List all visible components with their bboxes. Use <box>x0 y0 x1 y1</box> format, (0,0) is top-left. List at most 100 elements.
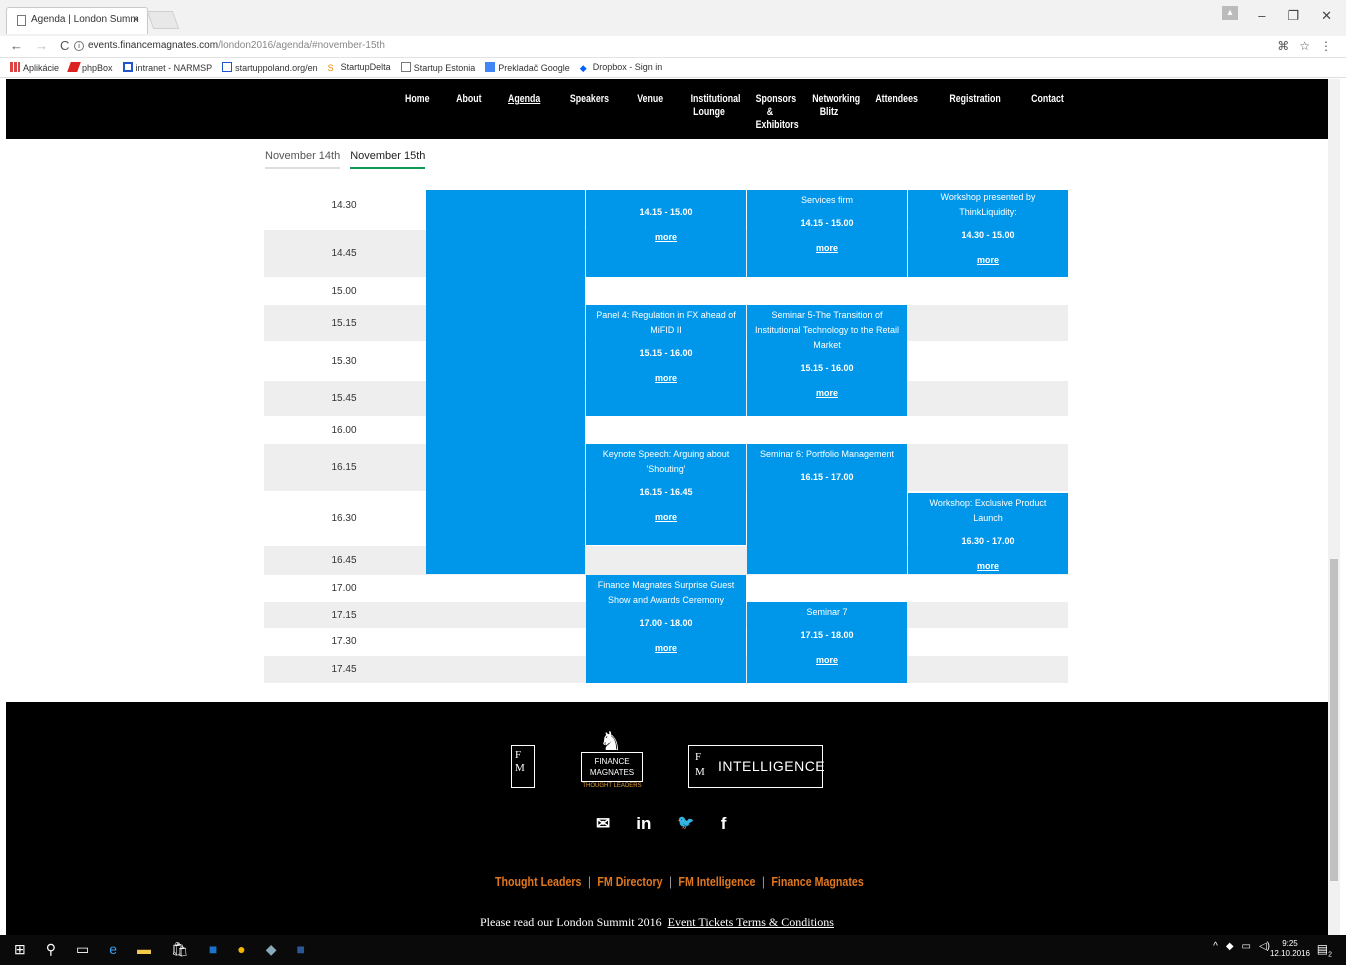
tab-november-15[interactable]: November 15th <box>350 150 426 169</box>
event-more-link[interactable]: more <box>592 510 740 525</box>
menu-venue[interactable]: Venue <box>629 93 671 132</box>
facebook-icon[interactable]: f <box>721 814 727 834</box>
fm-intelligence-logo[interactable]: F M INTELLIGENCE <box>688 745 825 788</box>
event-block[interactable]: Workshop: Exclusive Product Launch 16.30… <box>908 493 1068 574</box>
event-block[interactable]: Finance Magnates Surprise Guest Show and… <box>586 575 746 683</box>
store-icon[interactable]: 🛍 <box>171 941 189 958</box>
info-icon[interactable]: i <box>74 41 84 51</box>
bookmark-phpbox[interactable]: phpBox <box>67 62 113 73</box>
event-block[interactable]: Workshop presented by ThinkLiquidity: 14… <box>908 190 1068 277</box>
envelope-icon[interactable]: ✉ <box>596 814 610 834</box>
tab-november-14[interactable]: November 14th <box>265 150 341 169</box>
apps-grid-icon <box>10 62 20 72</box>
event-more-link[interactable]: more <box>753 653 901 668</box>
event-block[interactable]: Seminar 5-The Transition of Institutiona… <box>747 305 907 416</box>
twitter-icon[interactable]: 🐦 <box>677 814 694 834</box>
outlook-icon[interactable]: ■ <box>209 941 217 958</box>
menu-home[interactable]: Home <box>397 93 437 132</box>
time-label: 17.15 <box>331 610 357 621</box>
forward-button[interactable]: → <box>35 38 48 53</box>
bookmark-dropbox[interactable]: ◆ Dropbox - Sign in <box>580 62 663 73</box>
menu-contact[interactable]: Contact <box>1023 93 1072 132</box>
event-title: Panel 4: Regulation in FX ahead of MiFID… <box>596 310 736 335</box>
bookmark-startuppoland[interactable]: startuppoland.org/en <box>222 62 318 73</box>
event-more-link[interactable]: more <box>592 641 740 656</box>
event-block-col1[interactable] <box>426 190 585 574</box>
notification-icon[interactable]: ▤2 <box>1317 942 1332 958</box>
fm-logo[interactable]: F M <box>511 745 535 788</box>
menu-agenda[interactable]: Agenda <box>500 93 548 132</box>
event-block[interactable]: Services firm 14.15 - 15.00 more <box>747 190 907 277</box>
profile-icon[interactable]: ▴ <box>1222 6 1238 20</box>
menu-networking-blitz[interactable]: Networking Blitz <box>804 93 860 132</box>
thought-leaders-logo[interactable]: ♞ FINANCE MAGNATES THOUGHT LEADERS <box>581 726 643 792</box>
translate-icon[interactable]: ⌘ <box>1277 39 1289 53</box>
footer-link-finance-magnates[interactable]: Finance Magnates <box>771 874 863 889</box>
event-hours: 16.30 - 17.00 <box>961 536 1015 546</box>
dropbox-tray-icon[interactable]: ◆ <box>1226 941 1234 952</box>
close-tab-icon[interactable]: × <box>133 8 139 32</box>
back-button[interactable]: ← <box>10 38 23 53</box>
edge-icon[interactable]: e <box>109 941 117 958</box>
bookmark-star-icon[interactable]: ☆ <box>1299 39 1310 53</box>
bookmark-apps[interactable]: Aplikácie <box>10 62 59 73</box>
volume-icon[interactable]: ◁) <box>1259 941 1270 952</box>
network-icon[interactable]: ▭ <box>1242 941 1251 952</box>
event-block[interactable]: Seminar 7 17.15 - 18.00 more <box>747 602 907 683</box>
event-hours: 17.15 - 18.00 <box>800 630 854 640</box>
event-block[interactable]: Seminar 6: Portfolio Management 16.15 - … <box>747 444 907 574</box>
menu-speakers[interactable]: Speakers <box>562 93 617 132</box>
clock-date: 12.10.2016 <box>1269 949 1310 958</box>
terms-link[interactable]: Event Tickets Terms & Conditions <box>668 915 834 929</box>
footer-link-fm-intelligence[interactable]: FM Intelligence <box>678 874 755 889</box>
task-view-icon[interactable]: ▭ <box>76 941 89 958</box>
menu-attendees[interactable]: Attendees <box>867 93 926 132</box>
menu-institutional-lounge[interactable]: Institutional Lounge <box>683 93 741 132</box>
file-explorer-icon[interactable]: ▬ <box>137 941 151 958</box>
word-icon[interactable]: ■ <box>297 941 305 958</box>
event-more-link[interactable]: more <box>592 371 740 386</box>
windows-start-icon[interactable]: ⊞ <box>14 941 26 958</box>
event-block[interactable]: 14.15 - 15.00 more <box>586 190 746 277</box>
menu-sponsors-exhibitors[interactable]: Sponsors & Exhibitors <box>748 93 799 132</box>
time-row: 15.00 <box>264 277 1068 305</box>
bookmark-startup-estonia[interactable]: Startup Estonia <box>400 62 475 73</box>
browser-tab[interactable]: Agenda | London Summ × <box>6 7 148 34</box>
bookmarks-bar: Aplikácie phpBox intranet - NARMSP start… <box>0 58 1346 78</box>
event-more-link[interactable]: more <box>753 386 901 401</box>
fm-intelligence-logo-fm: F M <box>695 751 705 778</box>
page-scrollbar[interactable] <box>1328 79 1340 935</box>
menu-about[interactable]: About <box>448 93 489 132</box>
menu-registration[interactable]: Registration <box>942 93 1009 132</box>
search-icon[interactable]: ⚲ <box>46 941 56 958</box>
bookmark-startupdelta[interactable]: S StartupDelta <box>328 62 391 73</box>
event-more-link[interactable]: more <box>914 559 1062 574</box>
chrome-icon[interactable]: ● <box>237 941 245 958</box>
scrollbar-thumb[interactable] <box>1330 559 1338 881</box>
linkedin-icon[interactable]: in <box>636 814 651 834</box>
footer-link-thought-leaders[interactable]: Thought Leaders <box>495 874 581 889</box>
browser-tab-bar: Agenda | London Summ × ▴ – ❐ ✕ <box>0 0 1346 36</box>
url-field[interactable]: i events.financemagnates.com/london2016/a… <box>74 40 385 51</box>
footer-link-fm-directory[interactable]: FM Directory <box>597 874 662 889</box>
bookmark-google-translate[interactable]: Prekladač Google <box>485 62 570 73</box>
event-block[interactable]: Keynote Speech: Arguing about 'Shouting'… <box>586 444 746 545</box>
event-more-link[interactable]: more <box>592 230 740 245</box>
clock[interactable]: 9:25 12.10.2016 <box>1270 939 1310 959</box>
reload-button[interactable]: C <box>60 38 69 53</box>
event-more-link[interactable]: more <box>753 241 901 256</box>
restore-button[interactable]: ❐ <box>1287 8 1299 24</box>
close-window-button[interactable]: ✕ <box>1321 8 1332 24</box>
tray-up-icon[interactable]: ^ <box>1213 941 1218 952</box>
bookmark-intranet[interactable]: intranet - NARMSP <box>122 62 212 73</box>
minimize-button[interactable]: – <box>1258 8 1265 24</box>
event-more-link[interactable]: more <box>914 253 1062 268</box>
notification-count: 2 <box>1328 951 1332 959</box>
notes-icon[interactable]: ◆ <box>266 941 277 958</box>
new-tab-button[interactable] <box>146 11 180 29</box>
event-block[interactable]: Panel 4: Regulation in FX ahead of MiFID… <box>586 305 746 416</box>
url-path: /london2016/agenda/#november-15th <box>218 40 385 51</box>
footer-links: Thought Leaders | FM Directory | FM Intellig… <box>495 874 864 889</box>
site-header: Home About Agenda Speakers Venue Institu… <box>6 79 1328 139</box>
menu-icon[interactable]: ⋮ <box>1320 39 1332 53</box>
